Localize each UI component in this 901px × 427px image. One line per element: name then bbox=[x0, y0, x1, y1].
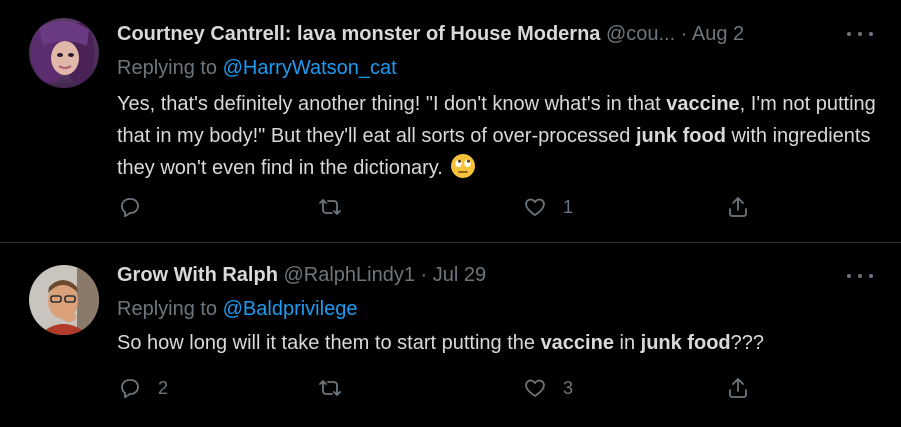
tweet-header: Grow With Ralph @RalphLindy1 · Jul 29 bbox=[117, 264, 486, 287]
replying-prefix: Replying to bbox=[117, 298, 218, 320]
share-button[interactable] bbox=[726, 194, 750, 220]
mention-link[interactable]: @Baldprivilege bbox=[223, 298, 358, 320]
tweet-courtney[interactable]: Courtney Cantrell: lava monster of House… bbox=[0, 0, 901, 242]
highlight-term: vaccine bbox=[666, 93, 740, 115]
reply-count: 2 bbox=[158, 377, 169, 398]
highlight-term: junk food bbox=[640, 332, 731, 354]
reply-bubble-icon bbox=[121, 198, 139, 218]
tweet-text: Yes, that's definitely another thing! "I… bbox=[117, 88, 877, 184]
reply-feed: Courtney Cantrell: lava monster of House… bbox=[0, 0, 901, 427]
user-handle[interactable]: @RalphLindy1 bbox=[283, 264, 415, 286]
action-bar: 1 bbox=[118, 194, 758, 220]
text-segment: in bbox=[613, 332, 641, 354]
tweet-date[interactable]: Aug 2 bbox=[692, 23, 744, 45]
reply-button[interactable] bbox=[118, 194, 158, 220]
heart-icon bbox=[525, 379, 545, 397]
rolling-eyes-emoji bbox=[451, 154, 476, 178]
more-dots-icon[interactable] bbox=[847, 24, 873, 44]
like-button[interactable]: 1 bbox=[523, 194, 573, 220]
user-handle[interactable]: @cou... bbox=[606, 23, 675, 45]
reply-button[interactable]: 2 bbox=[118, 375, 168, 401]
replying-prefix: Replying to bbox=[117, 57, 218, 79]
text-segment: Yes, that's definitely another thing! "I… bbox=[117, 93, 667, 115]
text-segment: So how long will it take them to start p… bbox=[117, 332, 541, 354]
share-icon bbox=[729, 378, 747, 398]
reply-bubble-icon bbox=[121, 379, 139, 399]
retweet-icon bbox=[319, 199, 341, 215]
text-segment: ??? bbox=[730, 332, 764, 354]
retweet-icon bbox=[319, 380, 341, 396]
highlight-term: junk food bbox=[635, 125, 726, 147]
heart-icon bbox=[525, 198, 545, 216]
action-bar: 2 3 bbox=[118, 375, 758, 401]
like-count: 3 bbox=[563, 377, 574, 398]
replying-to: Replying to @HarryWatson_cat bbox=[117, 57, 397, 80]
avatar[interactable] bbox=[29, 18, 99, 88]
tweet-date[interactable]: Jul 29 bbox=[433, 264, 486, 286]
share-icon bbox=[729, 197, 747, 217]
separator: · bbox=[420, 264, 428, 286]
like-count: 1 bbox=[563, 196, 574, 217]
avatar-image bbox=[29, 18, 99, 88]
mention-link[interactable]: @HarryWatson_cat bbox=[223, 57, 397, 79]
avatar-image bbox=[29, 265, 99, 335]
tweet-header: Courtney Cantrell: lava monster of House… bbox=[117, 23, 744, 46]
display-name[interactable]: Courtney Cantrell: lava monster of House… bbox=[117, 23, 600, 45]
display-name[interactable]: Grow With Ralph bbox=[117, 264, 278, 286]
retweet-button[interactable] bbox=[318, 194, 358, 220]
avatar[interactable] bbox=[29, 265, 99, 335]
like-button[interactable]: 3 bbox=[523, 375, 573, 401]
tweet-ralph[interactable]: Grow With Ralph @RalphLindy1 · Jul 29 Re… bbox=[0, 243, 901, 427]
share-button[interactable] bbox=[726, 375, 750, 401]
tweet-text: So how long will it take them to start p… bbox=[117, 327, 877, 359]
retweet-button[interactable] bbox=[318, 375, 358, 401]
separator: · bbox=[680, 23, 688, 45]
more-dots-icon[interactable] bbox=[847, 266, 873, 286]
replying-to: Replying to @Baldprivilege bbox=[117, 298, 357, 321]
highlight-term: vaccine bbox=[540, 332, 614, 354]
